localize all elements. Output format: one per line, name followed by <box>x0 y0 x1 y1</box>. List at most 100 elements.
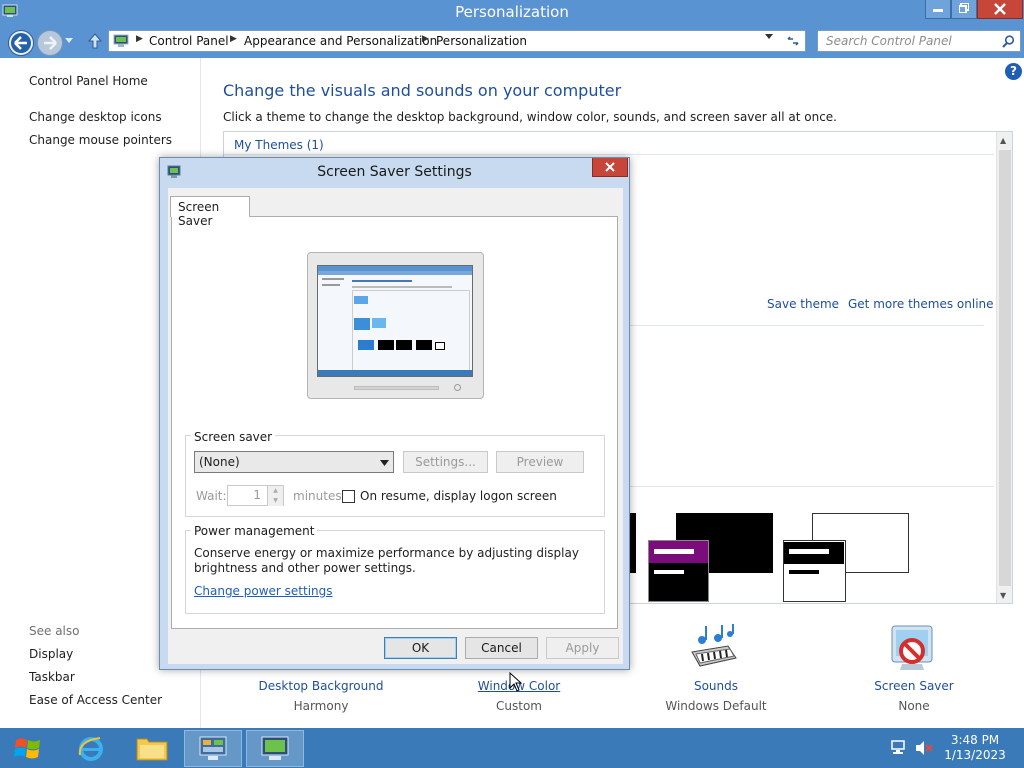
mouse-cursor-icon <box>509 672 523 692</box>
stepper-down-icon[interactable]: ▼ <box>267 496 283 506</box>
minimize-button[interactable] <box>925 0 951 19</box>
taskbar-file-explorer[interactable] <box>127 730 177 767</box>
forward-button[interactable] <box>37 30 63 56</box>
refresh-icon <box>787 36 799 46</box>
breadcrumb-personalization[interactable]: Personalization <box>436 34 527 48</box>
help-icon[interactable]: ? <box>1005 63 1022 80</box>
see-also-heading: See also <box>29 624 80 638</box>
network-icon[interactable] <box>890 740 908 756</box>
arrow-right-icon <box>44 36 57 50</box>
back-button[interactable] <box>8 30 34 56</box>
cancel-button[interactable]: Cancel <box>465 637 538 659</box>
address-bar[interactable]: ▶ Control Panel ▶ Appearance and Persona… <box>108 30 806 52</box>
preview-button[interactable]: Preview <box>496 451 584 473</box>
sounds-item[interactable]: Sounds Windows Default <box>636 679 796 713</box>
control-panel-icon <box>113 34 129 47</box>
search-placeholder: Search Control Panel <box>826 34 952 48</box>
screen-saver-value: None <box>898 699 930 713</box>
scrollbar-thumb[interactable] <box>999 150 1011 586</box>
tab-panel: Screen saver (None) Settings... Preview … <box>171 216 618 629</box>
close-icon <box>605 162 615 172</box>
change-power-settings-link[interactable]: Change power settings <box>194 584 333 598</box>
arrow-left-icon <box>11 33 31 53</box>
preview-screen <box>317 265 473 377</box>
wait-label: Wait: <box>196 489 227 503</box>
taskbar-control-panel[interactable] <box>184 730 242 767</box>
chevron-right-icon[interactable]: ▶ <box>136 34 143 44</box>
up-arrow-icon[interactable] <box>88 33 102 49</box>
tab-screen-saver[interactable]: Screen Saver <box>170 196 250 228</box>
screen-saver-label[interactable]: Screen Saver <box>834 679 994 693</box>
vertical-scrollbar[interactable]: ▲ ▼ <box>996 132 1012 603</box>
desktop-background-item[interactable]: Desktop Background Harmony <box>241 679 401 713</box>
taskbar: 3:48 PM 1/13/2023 <box>0 728 1024 768</box>
get-more-themes-link[interactable]: Get more themes online <box>848 297 994 311</box>
scroll-up-icon[interactable]: ▲ <box>1000 136 1006 145</box>
see-also-taskbar[interactable]: Taskbar <box>29 670 75 684</box>
close-button[interactable] <box>977 0 1023 19</box>
volume-muted-icon[interactable] <box>914 740 934 756</box>
settings-button[interactable]: Settings... <box>403 451 488 473</box>
divider <box>624 486 994 487</box>
clock-time: 3:48 PM <box>950 733 1000 747</box>
see-also-ease-of-access[interactable]: Ease of Access Center <box>29 693 162 707</box>
breadcrumb-appearance[interactable]: Appearance and Personalization <box>244 34 437 48</box>
chevron-right-icon[interactable]: ▶ <box>230 34 237 44</box>
search-input[interactable]: Search Control Panel <box>817 30 1021 52</box>
sounds-icon[interactable] <box>688 624 740 674</box>
screen-saver-settings-dialog[interactable]: Screen Saver Settings Screen Saver Scree… <box>159 157 630 670</box>
sounds-label[interactable]: Sounds <box>636 679 796 693</box>
stepper-up-icon[interactable]: ▲ <box>267 486 283 496</box>
minimize-icon <box>933 9 943 12</box>
address-dropdown-icon[interactable] <box>764 33 774 41</box>
desktop-background-value: Harmony <box>293 699 349 713</box>
wait-minutes-stepper[interactable]: 1 ▲ ▼ <box>227 485 284 506</box>
screen-saver-icon[interactable] <box>888 624 938 674</box>
resume-logon-checkbox[interactable] <box>342 490 355 503</box>
dialog-body: Screen Saver Screen saver (None) Setting… <box>168 188 623 664</box>
refresh-button[interactable] <box>781 30 805 52</box>
desktop-background-label[interactable]: Desktop Background <box>241 679 401 693</box>
page-description: Click a theme to change the desktop back… <box>223 110 837 124</box>
sidebar-link-desktop-icons[interactable]: Change desktop icons <box>29 110 162 124</box>
control-panel-icon <box>199 736 227 760</box>
ok-button[interactable]: OK <box>384 637 457 659</box>
start-button[interactable] <box>6 730 50 767</box>
monitor-preview <box>307 252 484 399</box>
restore-button[interactable] <box>951 0 977 19</box>
theme-thumbnail-high-contrast-white[interactable] <box>783 513 909 602</box>
see-also-display[interactable]: Display <box>29 647 73 661</box>
sidebar-link-mouse-pointers[interactable]: Change mouse pointers <box>29 133 172 147</box>
theme-thumbnail-high-contrast-1[interactable] <box>648 513 773 602</box>
taskbar-screen-saver-settings[interactable] <box>246 730 304 767</box>
window-color-value: Custom <box>496 699 542 713</box>
clock-date: 1/13/2023 <box>944 748 1006 762</box>
resume-logon-label[interactable]: On resume, display logon screen <box>360 489 557 503</box>
folder-icon <box>136 738 168 761</box>
my-themes-heading: My Themes (1) <box>234 138 324 152</box>
screen-saver-select[interactable]: (None) <box>194 451 394 473</box>
chevron-right-icon[interactable]: ▶ <box>422 34 429 44</box>
windows-logo-icon <box>14 738 40 759</box>
breadcrumb-control-panel[interactable]: Control Panel <box>149 34 229 48</box>
sounds-value: Windows Default <box>665 699 767 713</box>
save-theme-link[interactable]: Save theme <box>767 297 839 311</box>
minutes-label: minutes <box>293 489 342 503</box>
title-bar[interactable]: Personalization <box>0 0 1024 26</box>
scroll-down-icon[interactable]: ▼ <box>1000 591 1006 600</box>
system-clock[interactable]: 3:48 PM 1/13/2023 <box>940 733 1010 763</box>
close-icon <box>994 3 1006 15</box>
dialog-title: Screen Saver Settings <box>317 164 472 180</box>
window-title: Personalization <box>455 3 569 21</box>
internet-explorer-icon <box>78 737 103 761</box>
taskbar-internet-explorer[interactable] <box>66 730 116 767</box>
screen-saver-dialog-icon <box>261 736 289 760</box>
dialog-close-button[interactable] <box>592 158 628 177</box>
search-icon[interactable] <box>1002 35 1015 48</box>
power-description-line1: Conserve energy or maximize performance … <box>194 546 579 560</box>
apply-button[interactable]: Apply <box>546 637 619 659</box>
recent-pages-dropdown-icon[interactable] <box>64 37 74 45</box>
restore-icon <box>959 3 969 13</box>
screen-saver-item[interactable]: Screen Saver None <box>834 679 994 713</box>
sidebar-link-home[interactable]: Control Panel Home <box>29 74 148 88</box>
